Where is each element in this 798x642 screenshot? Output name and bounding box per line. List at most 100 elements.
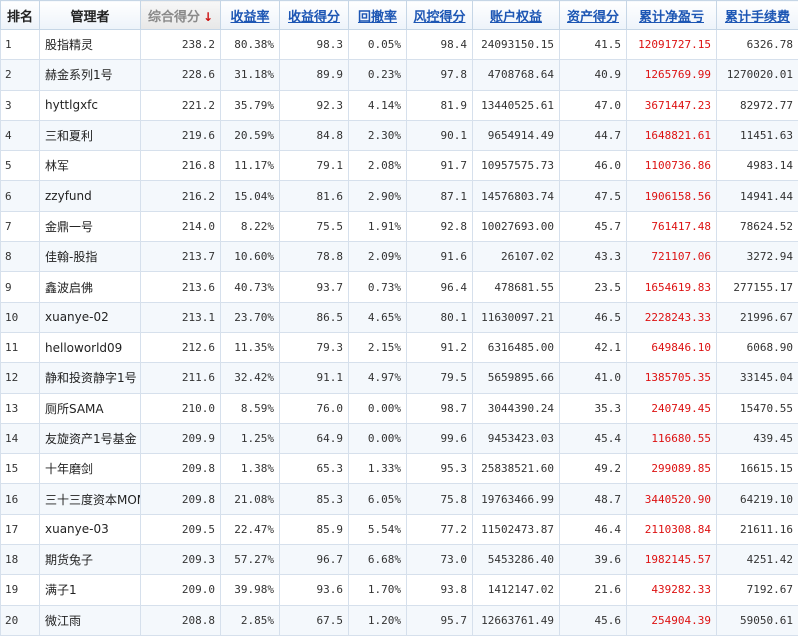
- composite-score-cell: 221.2: [140, 89, 221, 121]
- drawdown-cell: 2.30%: [348, 119, 407, 152]
- composite-score-cell: 211.6: [140, 362, 221, 394]
- equity-cell: 6316485.00: [472, 331, 560, 364]
- equity-cell: 26107.02: [472, 241, 560, 273]
- manager-cell[interactable]: 静和投资静字1号: [39, 362, 141, 394]
- cum-net-pl-cell: 649846.10: [626, 331, 717, 364]
- composite-score-cell: 210.0: [140, 392, 221, 424]
- manager-cell[interactable]: 佳翰-股指: [39, 241, 141, 273]
- risk-score-cell: 75.8: [406, 483, 473, 515]
- drawdown-cell: 0.00%: [348, 392, 407, 424]
- drawdown-cell: 0.73%: [348, 271, 407, 303]
- composite-score-cell: 208.8: [140, 604, 221, 636]
- manager-cell[interactable]: 厕所SAMA: [39, 392, 141, 424]
- return-score-cell: 93.6: [279, 574, 349, 606]
- table-row: 3 hyttlgxfc 221.2 35.79% 92.3 4.14% 81.9 134405…: [0, 89, 798, 121]
- drawdown-cell: 2.09%: [348, 241, 407, 273]
- manager-cell[interactable]: 金鼎一号: [39, 210, 141, 243]
- manager-cell[interactable]: 三十三度资本MOM: [39, 483, 141, 515]
- table-row: 13 厕所SAMA 210.0 8.59% 76.0 0.00% 98.7 3044390.2…: [0, 392, 798, 424]
- rank-cell: 7: [0, 210, 40, 243]
- cum-fee-cell: 14941.44: [716, 180, 798, 212]
- header-cum-net-pl[interactable]: 累计净盈亏: [626, 0, 717, 30]
- risk-score-cell: 80.1: [406, 301, 473, 333]
- return-score-cell: 93.7: [279, 271, 349, 303]
- manager-cell[interactable]: 赫金系列1号: [39, 59, 141, 91]
- risk-score-cell: 98.7: [406, 392, 473, 424]
- header-equity[interactable]: 账户权益: [472, 0, 560, 30]
- manager-cell[interactable]: 期货兔子: [39, 544, 141, 576]
- rank-cell: 3: [0, 89, 40, 121]
- header-manager: 管理者: [39, 0, 141, 30]
- header-asset-score[interactable]: 资产得分: [559, 0, 627, 30]
- drawdown-cell: 0.00%: [348, 422, 407, 455]
- rank-cell: 10: [0, 301, 40, 333]
- header-composite-score[interactable]: 综合得分 ↓: [140, 0, 221, 30]
- table-row: 12 静和投资静字1号 211.6 32.42% 91.1 4.97% 79.5 565989…: [0, 362, 798, 394]
- drawdown-cell: 0.23%: [348, 59, 407, 91]
- table-row: 10 xuanye-02 213.1 23.70% 86.5 4.65% 80.1 11630…: [0, 301, 798, 333]
- rank-cell: 13: [0, 392, 40, 424]
- return-rate-cell: 2.85%: [220, 604, 280, 636]
- asset-score-cell: 44.7: [559, 119, 627, 152]
- risk-score-cell: 95.7: [406, 604, 473, 636]
- table-row: 7 金鼎一号 214.0 8.22% 75.5 1.91% 92.8 10027693.00 4…: [0, 210, 798, 243]
- asset-score-cell: 42.1: [559, 331, 627, 364]
- return-rate-cell: 11.17%: [220, 150, 280, 182]
- return-rate-cell: 1.38%: [220, 453, 280, 485]
- header-row: 排名 管理者 综合得分 ↓ 收益率 收益得分 回撤率 风控得分 账户权益 资产得分…: [0, 0, 798, 30]
- rank-cell: 6: [0, 180, 40, 212]
- risk-score-cell: 95.3: [406, 453, 473, 485]
- manager-cell[interactable]: 林军: [39, 150, 141, 182]
- cum-net-pl-cell: 1906158.56: [626, 180, 717, 212]
- equity-cell: 5659895.66: [472, 362, 560, 394]
- cum-net-pl-cell: 12091727.15: [626, 28, 717, 61]
- return-score-cell: 79.1: [279, 150, 349, 182]
- cum-fee-cell: 1270020.01: [716, 59, 798, 91]
- cum-net-pl-cell: 1982145.57: [626, 544, 717, 576]
- asset-score-cell: 47.5: [559, 180, 627, 212]
- risk-score-cell: 93.8: [406, 574, 473, 606]
- manager-cell[interactable]: 微江雨: [39, 604, 141, 636]
- cum-net-pl-cell: 3440520.90: [626, 483, 717, 515]
- manager-cell[interactable]: 股指精灵: [39, 28, 141, 61]
- risk-score-cell: 97.8: [406, 59, 473, 91]
- manager-cell[interactable]: xuanye-02: [39, 301, 141, 333]
- header-return-rate[interactable]: 收益率: [220, 0, 280, 30]
- header-return-score[interactable]: 收益得分: [279, 0, 349, 30]
- return-rate-cell: 23.70%: [220, 301, 280, 333]
- manager-cell[interactable]: 满子1: [39, 574, 141, 606]
- drawdown-cell: 6.68%: [348, 544, 407, 576]
- cum-net-pl-cell: 1654619.83: [626, 271, 717, 303]
- equity-cell: 478681.55: [472, 271, 560, 303]
- manager-cell[interactable]: 十年磨剑: [39, 453, 141, 485]
- manager-cell[interactable]: xuanye-03: [39, 513, 141, 546]
- rank-cell: 8: [0, 241, 40, 273]
- equity-cell: 10957575.73: [472, 150, 560, 182]
- drawdown-cell: 2.08%: [348, 150, 407, 182]
- manager-cell[interactable]: 鑫波启佛: [39, 271, 141, 303]
- manager-cell[interactable]: 友旋资产1号基金: [39, 422, 141, 455]
- return-score-cell: 98.3: [279, 28, 349, 61]
- manager-cell[interactable]: hyttlgxfc: [39, 89, 141, 121]
- cum-fee-cell: 64219.10: [716, 483, 798, 515]
- manager-cell[interactable]: zzyfund: [39, 180, 141, 212]
- header-cum-fee[interactable]: 累计手续费: [716, 0, 798, 30]
- return-score-cell: 85.3: [279, 483, 349, 515]
- table-row: 8 佳翰-股指 213.7 10.60% 78.8 2.09% 91.6 26107.02 43…: [0, 241, 798, 273]
- header-risk-score[interactable]: 风控得分: [406, 0, 473, 30]
- asset-score-cell: 45.7: [559, 210, 627, 243]
- return-score-cell: 85.9: [279, 513, 349, 546]
- manager-cell[interactable]: helloworld09: [39, 331, 141, 364]
- composite-score-cell: 216.2: [140, 180, 221, 212]
- return-rate-cell: 32.42%: [220, 362, 280, 394]
- return-rate-cell: 57.27%: [220, 544, 280, 576]
- composite-score-cell: 209.9: [140, 422, 221, 455]
- header-drawdown[interactable]: 回撤率: [348, 0, 407, 30]
- return-rate-cell: 80.38%: [220, 28, 280, 61]
- equity-cell: 14576803.74: [472, 180, 560, 212]
- asset-score-cell: 21.6: [559, 574, 627, 606]
- cum-fee-cell: 15470.55: [716, 392, 798, 424]
- drawdown-cell: 1.91%: [348, 210, 407, 243]
- header-rank: 排名: [0, 0, 40, 30]
- manager-cell[interactable]: 三和夏利: [39, 119, 141, 152]
